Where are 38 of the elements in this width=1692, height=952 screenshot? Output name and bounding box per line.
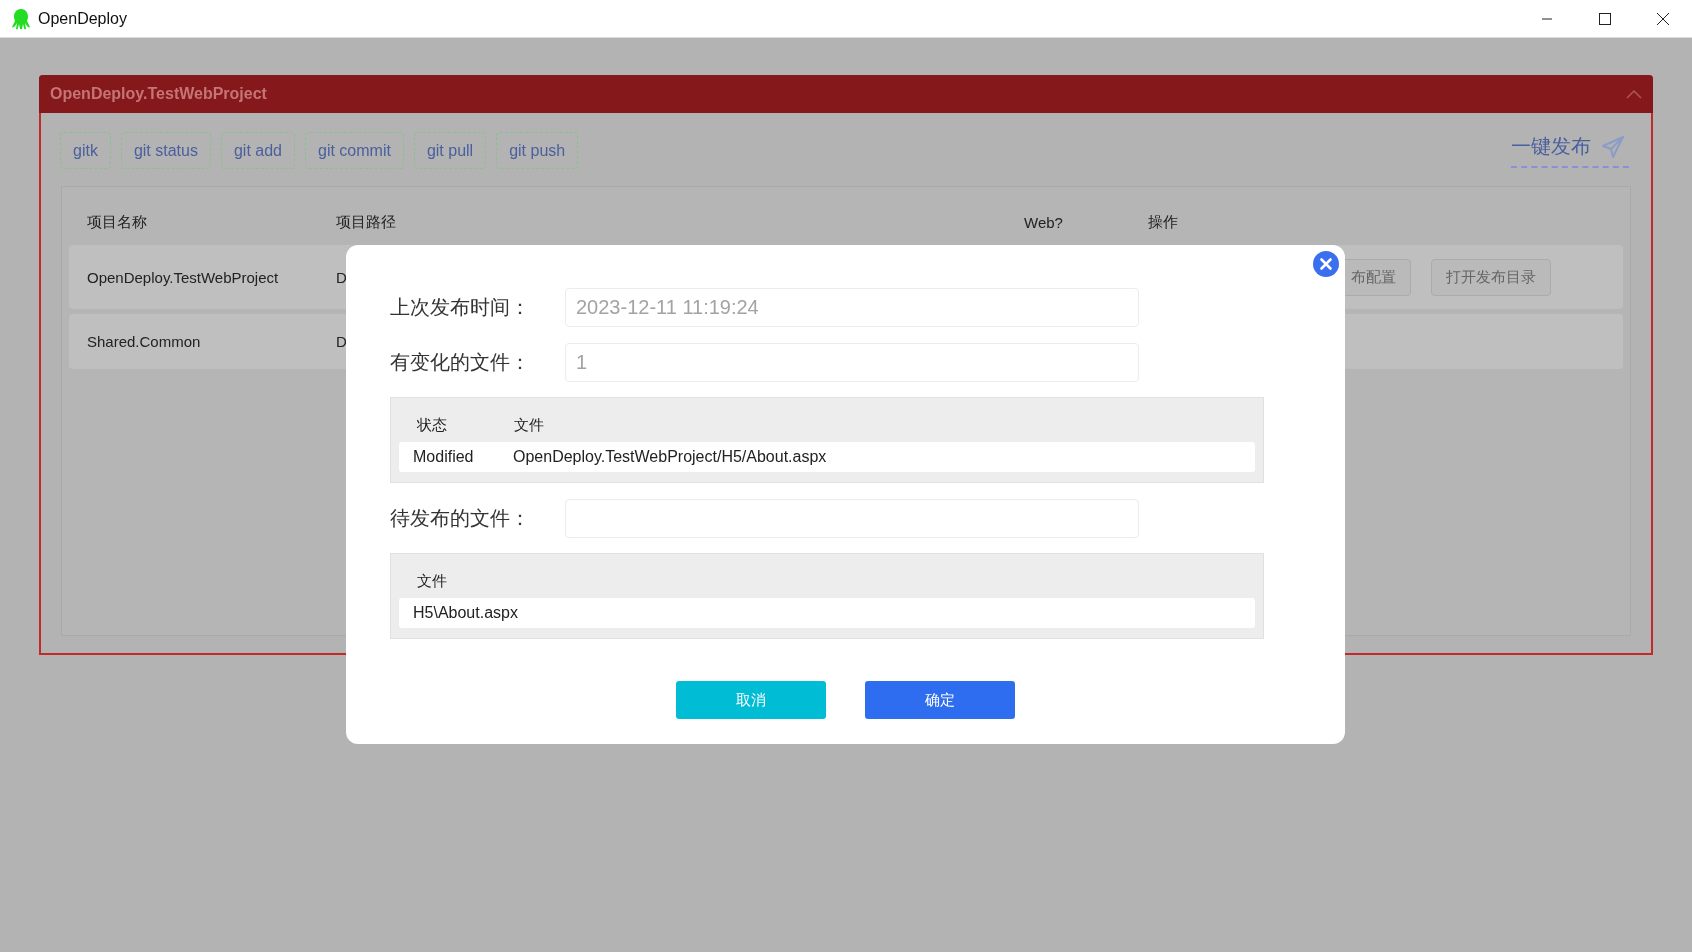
- panel-header[interactable]: OpenDeploy.TestWebProject: [39, 75, 1653, 113]
- column-header: 操作: [1148, 212, 1179, 232]
- column-header: Web?: [1024, 213, 1064, 231]
- git-button[interactable]: git status: [120, 132, 211, 169]
- table-cell: H5\About.aspx: [413, 604, 518, 622]
- input-field[interactable]: 2023-12-11 11:19:24: [565, 288, 1139, 327]
- close-icon[interactable]: [1657, 12, 1669, 25]
- cancel-button[interactable]: 取消: [676, 681, 826, 719]
- octopus-icon: [11, 7, 31, 30]
- window-title: OpenDeploy: [38, 9, 127, 28]
- column-header: 状态: [417, 415, 448, 435]
- confirm-button[interactable]: 确定: [865, 681, 1015, 719]
- project-path: D: [336, 268, 348, 286]
- git-button[interactable]: git pull: [413, 132, 487, 169]
- action-button[interactable]: 打开发布目录: [1431, 258, 1551, 296]
- table-row[interactable]: H5\About.aspx: [399, 598, 1255, 628]
- field-label: 待发布的文件：: [390, 506, 531, 531]
- table-cell: OpenDeploy.TestWebProject/H5/About.aspx: [513, 448, 827, 466]
- table-row[interactable]: Modified OpenDeploy.TestWebProject/H5/About.aspx: [399, 442, 1255, 472]
- column-header: 项目路径: [336, 212, 397, 232]
- input-field[interactable]: 1: [565, 343, 1139, 382]
- project-path: D: [336, 333, 348, 350]
- git-button[interactable]: git push: [496, 132, 579, 169]
- column-header: 文件: [417, 571, 447, 591]
- column-header: 文件: [514, 415, 544, 435]
- table-cell-text: Modified: [413, 448, 475, 466]
- paper-plane-icon: [1601, 134, 1625, 159]
- git-button[interactable]: gitk: [60, 132, 111, 169]
- git-button[interactable]: git add: [220, 132, 295, 169]
- panel-title: OpenDeploy.TestWebProject: [50, 85, 267, 103]
- maximize-icon[interactable]: [1599, 12, 1611, 25]
- column-header: 项目名称: [87, 212, 148, 232]
- project-name: Shared.Common: [87, 333, 202, 350]
- git-button[interactable]: git commit: [305, 132, 404, 169]
- field-label: 有变化的文件：: [390, 350, 531, 375]
- project-name: OpenDeploy.TestWebProject: [87, 268, 280, 286]
- field-label: 上次发布时间：: [390, 295, 531, 320]
- publish-button[interactable]: 一键发布: [1511, 133, 1629, 168]
